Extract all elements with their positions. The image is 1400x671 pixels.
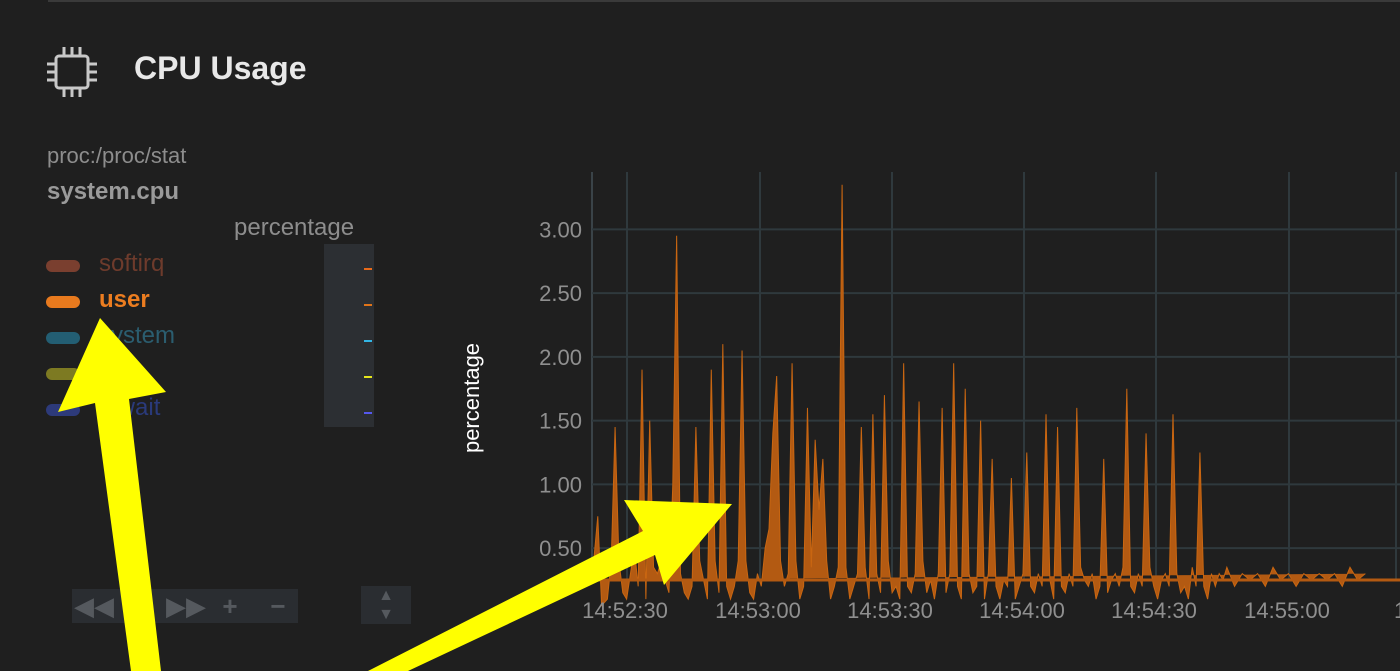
x-tick-label: 14 bbox=[1394, 598, 1400, 623]
y-tick-label: 2.00 bbox=[539, 345, 582, 370]
x-tick-label: 14:52:30 bbox=[582, 598, 668, 623]
y-tick-label: 1.00 bbox=[539, 472, 582, 497]
series-user-area bbox=[591, 184, 1366, 607]
x-tick-label: 14:54:30 bbox=[1111, 598, 1197, 623]
x-tick-label: 14:55:00 bbox=[1244, 598, 1330, 623]
x-tick-label: 14:54:00 bbox=[979, 598, 1065, 623]
cpu-area-chart[interactable]: 0.50 1.00 1.50 2.00 2.50 3.00 14:52:30 14:53:00… bbox=[0, 0, 1400, 671]
y-tick-label: 1.50 bbox=[539, 409, 582, 434]
y-tick-label: 2.50 bbox=[539, 281, 582, 306]
x-tick-label: 14:53:30 bbox=[847, 598, 933, 623]
y-tick-label: 0.50 bbox=[539, 536, 582, 561]
x-tick-label: 14:53:00 bbox=[715, 598, 801, 623]
y-tick-label: 3.00 bbox=[539, 217, 582, 242]
